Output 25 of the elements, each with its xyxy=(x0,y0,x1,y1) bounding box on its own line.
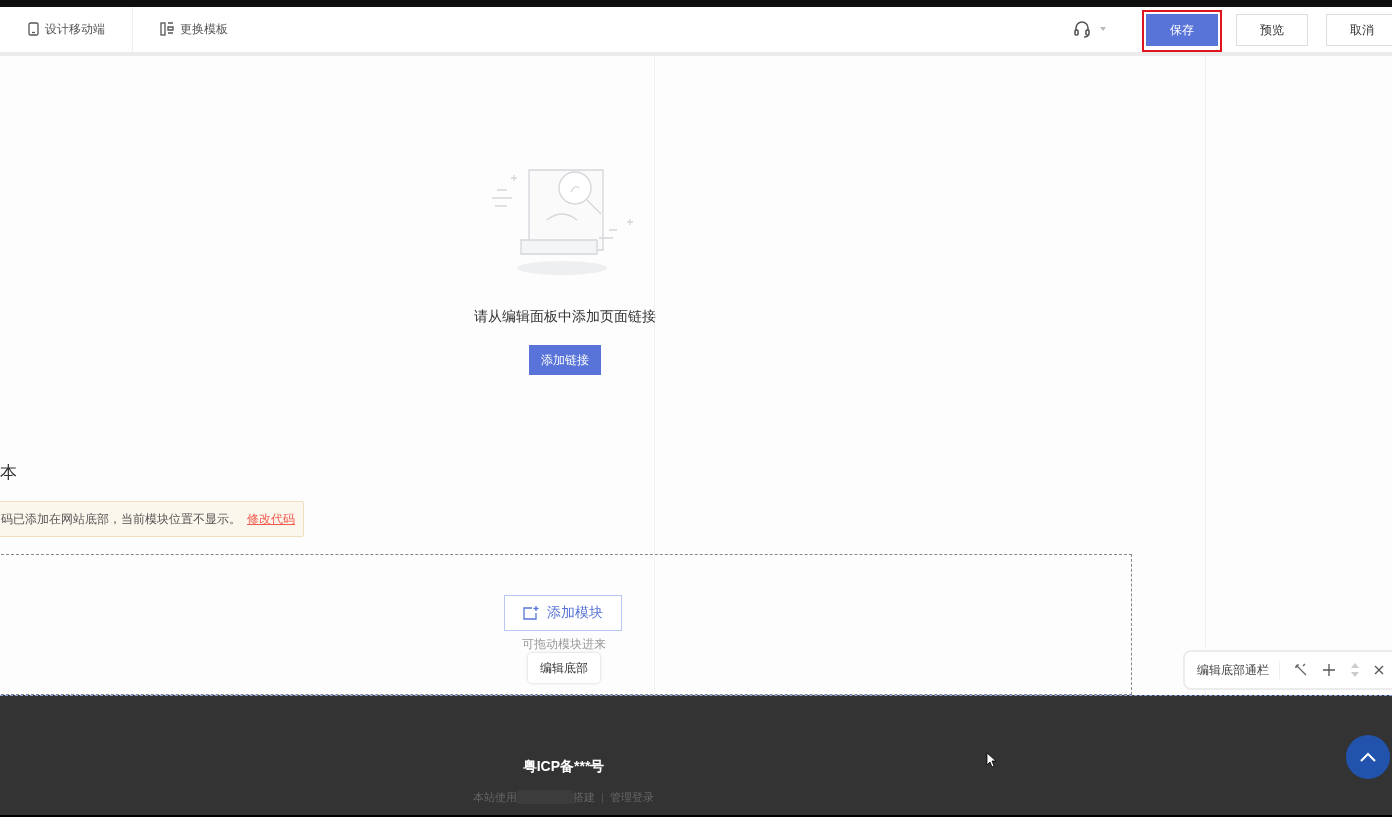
add-link-button[interactable]: 添加链接 xyxy=(529,344,601,375)
chevron-up-icon xyxy=(1360,751,1376,762)
separator: | xyxy=(601,789,604,805)
drag-hint: 可拖动模块进来 xyxy=(522,636,606,651)
edit-footer-tab[interactable]: 编辑底部 xyxy=(528,652,600,683)
mouse-cursor-icon xyxy=(986,751,996,768)
section-title: 本 xyxy=(0,461,18,484)
close-icon[interactable] xyxy=(1374,664,1384,675)
magic-wand-icon[interactable] xyxy=(1294,662,1308,677)
icp-number: 粤ICP备***号 xyxy=(522,756,605,776)
headset-icon[interactable] xyxy=(1072,19,1092,40)
add-module-icon xyxy=(523,605,539,620)
footer-toolbar-label[interactable]: 编辑底部通栏 xyxy=(1197,660,1280,679)
toolbar-button[interactable]: 更换模板 xyxy=(133,6,238,52)
action-button[interactable]: 保存 xyxy=(1146,14,1218,47)
add-module-button[interactable]: 添加模块 xyxy=(504,594,622,631)
action-button[interactable]: 预览 xyxy=(1236,14,1308,47)
notice-text: 码已添加在网站底部，当前模块位置不显示。 xyxy=(1,510,241,528)
plus-icon[interactable] xyxy=(1322,662,1336,677)
scroll-to-top-button[interactable] xyxy=(1346,734,1390,779)
template-icon xyxy=(160,22,174,37)
action-button[interactable]: 取消 xyxy=(1326,14,1392,47)
mobile-icon xyxy=(28,22,39,37)
toolbar-button[interactable]: 设计移动端 xyxy=(0,6,133,52)
empty-state-message: 请从编辑面板中添加页面链接 xyxy=(474,306,656,326)
